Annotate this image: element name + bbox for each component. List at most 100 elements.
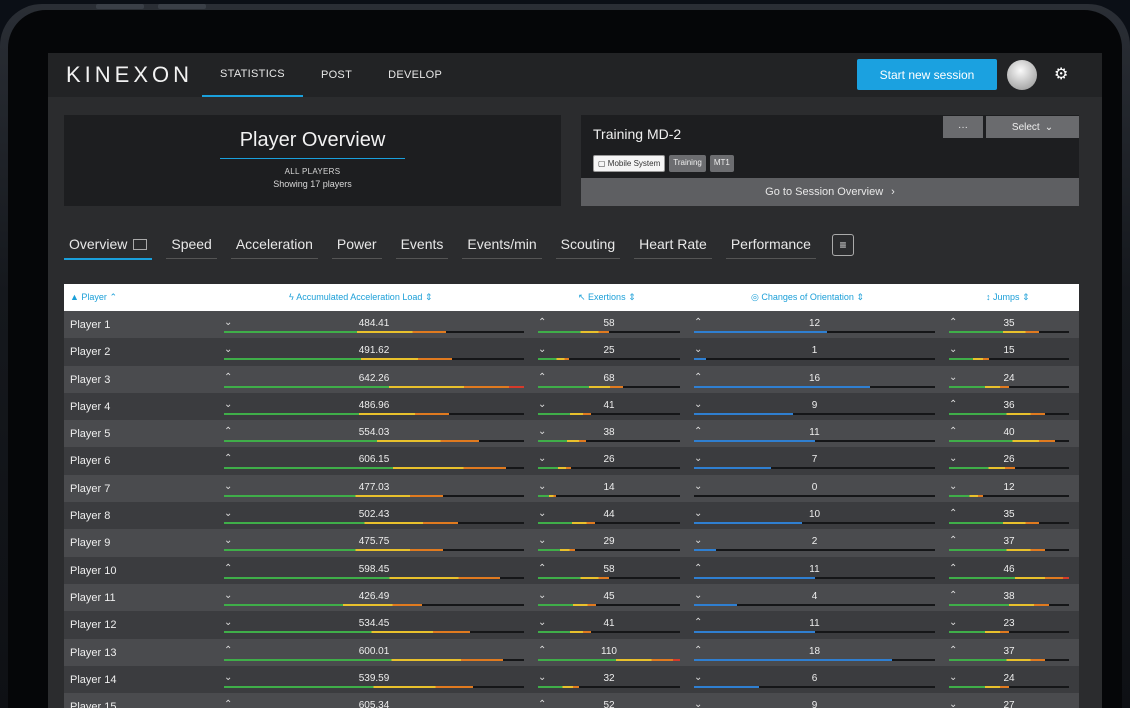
table-row[interactable]: Player 3 ⌃ 642.26 ⌃ 68 ⌃ 16 ⌄ 24	[64, 365, 1079, 393]
tab-overview[interactable]: Overview	[64, 234, 153, 260]
exertions-bar-fill	[538, 658, 680, 661]
acc-load-value: 475.75	[358, 536, 390, 548]
header-label: Accumulated Acceleration Load	[296, 292, 423, 302]
player-count: Showing 17 players	[273, 179, 352, 189]
table-row[interactable]: Player 4 ⌄ 486.96 ⌄ 41 ⌄ 9 ⌃ 36	[64, 392, 1079, 421]
tab-power[interactable]: Power	[331, 234, 382, 259]
jumps-cell: ⌄ 15	[949, 338, 1069, 365]
acc-load-cell: ⌃ 642.26	[224, 366, 524, 393]
gear-icon[interactable]: ⚙	[1054, 64, 1068, 84]
jumps-bar-track	[949, 494, 1069, 497]
player-name[interactable]: Player 6	[70, 455, 110, 467]
player-name[interactable]: Player 7	[70, 483, 110, 495]
column-header-acc-load[interactable]: ϟ Accumulated Acceleration Load ⇕	[289, 292, 432, 303]
session-title: Training MD-2	[593, 126, 682, 142]
jumps-bar-fill	[949, 576, 1069, 579]
orientation-cell: ⌃ 12	[694, 311, 935, 338]
player-name[interactable]: Player 10	[70, 565, 116, 577]
player-name[interactable]: Player 8	[70, 510, 110, 522]
tab-scouting[interactable]: Scouting	[555, 234, 621, 259]
acc-load-bar-track	[224, 603, 524, 606]
player-name[interactable]: Player 5	[70, 428, 110, 440]
jumps-cell: ⌄ 27	[949, 693, 1069, 708]
jumps-cell: ⌃ 36	[949, 393, 1069, 420]
nav-tab-develop[interactable]: DEVELOP	[370, 53, 460, 97]
user-avatar[interactable]	[1007, 60, 1037, 90]
table-row[interactable]: Player 9 ⌄ 475.75 ⌄ 29 ⌄ 2 ⌃ 37	[64, 529, 1079, 557]
table-row[interactable]: Player 13 ⌃ 600.01 ⌃ 110 ⌃ 18 ⌃ 37	[64, 638, 1079, 666]
table-row[interactable]: Player 5 ⌃ 554.03 ⌄ 38 ⌃ 11 ⌃ 40	[64, 420, 1079, 448]
jumps-cell: ⌃ 35	[949, 502, 1069, 529]
jumps-value: 36	[1003, 399, 1015, 411]
table-row[interactable]: Player 2 ⌄ 491.62 ⌄ 25 ⌄ 1 ⌄ 15	[64, 338, 1079, 366]
acc-load-bar-fill	[224, 331, 446, 333]
acc-load-cell: ⌄ 539.59	[224, 666, 524, 693]
player-name[interactable]: Player 3	[70, 374, 110, 386]
table-row[interactable]: Player 11 ⌄ 426.49 ⌄ 45 ⌄ 4 ⌃ 38	[64, 583, 1079, 612]
table-row[interactable]: Player 12 ⌄ 534.45 ⌄ 41 ⌃ 11 ⌄ 23	[64, 611, 1079, 639]
player-name[interactable]: Player 2	[70, 346, 110, 358]
column-header-player[interactable]: ▲ Player ⌃	[70, 292, 117, 303]
acc-load-cell: ⌃ 605.34	[224, 693, 524, 708]
acc-load-bar-track	[224, 658, 524, 661]
exertions-value: 14	[603, 481, 615, 493]
player-name[interactable]: Player 1	[70, 319, 110, 331]
tab-events[interactable]: Events	[395, 234, 449, 259]
jumps-cell: ⌃ 35	[949, 311, 1069, 338]
acc-load-bar-fill	[224, 576, 500, 579]
orientation-bar-track	[694, 631, 935, 634]
table-row[interactable]: Player 14 ⌄ 539.59 ⌄ 32 ⌄ 6 ⌄ 24	[64, 665, 1079, 694]
table-row[interactable]: Player 8 ⌄ 502.43 ⌄ 44 ⌄ 10 ⌃ 35	[64, 502, 1079, 530]
acc-load-cell: ⌃ 554.03	[224, 420, 524, 447]
column-header-jumps[interactable]: ↕ Jumps ⇕	[986, 292, 1030, 303]
column-header-orientation[interactable]: ◎ Changes of Orientation ⇕	[751, 292, 864, 303]
tab-speed[interactable]: Speed	[166, 234, 217, 259]
acc-load-cell: ⌄ 475.75	[224, 529, 524, 556]
table-row[interactable]: Player 1 ⌄ 484.41 ⌃ 58 ⌃ 12 ⌃ 35	[64, 311, 1079, 339]
session-tag-system: ▢ Mobile System	[593, 155, 666, 172]
jumps-bar-track	[949, 549, 1069, 552]
player-name[interactable]: Player 4	[70, 401, 110, 413]
acc-load-bar-fill	[224, 522, 458, 525]
tablet-icon: ▢	[598, 159, 608, 168]
column-header-exertions[interactable]: ↖ Exertions ⇕	[578, 292, 636, 303]
tab-heart-rate[interactable]: Heart Rate	[634, 234, 712, 259]
orientation-value: 11	[809, 427, 820, 439]
acc-load-value: 598.45	[358, 563, 390, 575]
go-to-session-overview-button[interactable]: Go to Session Overview ›	[581, 178, 1079, 206]
player-name[interactable]: Player 11	[70, 592, 116, 604]
edit-columns-icon[interactable]: ≡	[831, 234, 854, 256]
tab-acceleration[interactable]: Acceleration	[230, 234, 318, 259]
exertions-value: 52	[603, 700, 615, 708]
table-row[interactable]: Player 6 ⌃ 606.15 ⌄ 26 ⌄ 7 ⌄ 26	[64, 447, 1079, 475]
exertions-cell: ⌄ 45	[538, 584, 680, 611]
orientation-cell: ⌄ 2	[694, 529, 935, 556]
exertions-value: 41	[603, 399, 615, 411]
jumps-bar-track	[949, 631, 1069, 634]
tab-performance[interactable]: Performance	[725, 234, 816, 259]
player-name[interactable]: Player 9	[70, 537, 110, 549]
jumps-bar-fill	[949, 494, 983, 497]
session-select-dropdown[interactable]: Select ⌄	[986, 116, 1079, 138]
table-row[interactable]: Player 7 ⌄ 477.03 ⌄ 14 ⌄ 0 ⌄ 12	[64, 474, 1079, 503]
acc-load-bar-fill	[224, 385, 524, 388]
jumps-bar-track	[949, 385, 1069, 388]
exertions-value: 38	[603, 427, 615, 439]
tab-events-per-min[interactable]: Events/min	[462, 234, 542, 259]
player-name[interactable]: Player 15	[70, 701, 116, 708]
nav-tab-statistics[interactable]: STATISTICS	[202, 53, 303, 97]
orientation-cell: ⌄ 6	[694, 666, 935, 693]
jumps-value: 24	[1003, 672, 1015, 684]
player-name[interactable]: Player 12	[70, 619, 116, 631]
exertions-bar-fill	[538, 576, 609, 579]
exertions-bar-track	[538, 631, 680, 634]
start-new-session-button[interactable]: Start new session	[857, 59, 997, 90]
orientation-cell: ⌃ 16	[694, 366, 935, 393]
more-options-button[interactable]: ···	[943, 116, 983, 138]
table-row[interactable]: Player 15 ⌃ 605.34 ⌃ 52 ⌄ 9 ⌄ 27	[64, 693, 1079, 708]
exertions-bar-fill	[538, 685, 579, 688]
player-name[interactable]: Player 14	[70, 674, 116, 686]
nav-tab-post[interactable]: POST	[303, 53, 370, 97]
player-name[interactable]: Player 13	[70, 647, 116, 659]
table-row[interactable]: Player 10 ⌃ 598.45 ⌃ 58 ⌃ 11 ⌃ 46	[64, 556, 1079, 584]
